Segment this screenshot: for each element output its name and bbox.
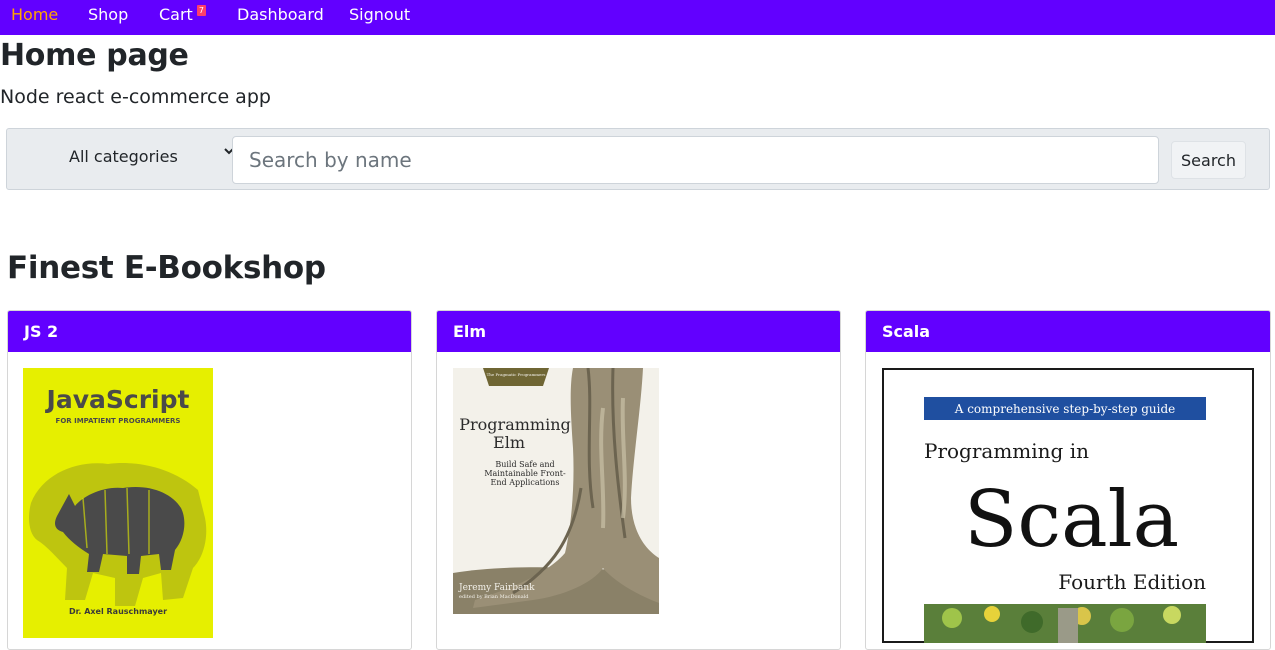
section-title: Finest E-Bookshop bbox=[7, 250, 326, 286]
nav-shop-link[interactable]: Shop bbox=[88, 6, 128, 24]
search-button[interactable]: Search bbox=[1171, 141, 1246, 179]
page-title: Home page bbox=[0, 38, 189, 73]
product-card[interactable]: JS 2 JavaScript FOR IMPATIENT PROGRAMMER… bbox=[7, 310, 412, 650]
book-cover-image[interactable]: A comprehensive step-by-step guide Progr… bbox=[882, 368, 1254, 643]
nav-signout-link[interactable]: Signout bbox=[349, 6, 410, 24]
cover-title: JavaScript bbox=[45, 385, 190, 414]
nav-home-link[interactable]: Home bbox=[11, 6, 58, 24]
search-bar: All categories Search bbox=[6, 128, 1270, 190]
cover-banner: A comprehensive step-by-step guide bbox=[954, 402, 1176, 416]
cover-author: Dr. Axel Rauschmayer bbox=[69, 607, 167, 616]
cover-edition: Fourth Edition bbox=[1058, 570, 1206, 594]
cover-publisher: The Pragmatic Programmers bbox=[487, 372, 546, 377]
page-subtitle: Node react e-commerce app bbox=[0, 86, 271, 108]
nav-cart-link[interactable]: Cart 7 bbox=[159, 5, 206, 24]
category-select[interactable]: All categories bbox=[69, 143, 235, 169]
nav-dashboard-link[interactable]: Dashboard bbox=[237, 6, 324, 24]
cover-subtitle: FOR IMPATIENT PROGRAMMERS bbox=[56, 417, 181, 425]
cover-title-line1: Programming bbox=[459, 415, 570, 434]
product-card-title[interactable]: Scala bbox=[866, 311, 1270, 352]
product-card-title[interactable]: Elm bbox=[437, 311, 840, 352]
cart-count-badge: 7 bbox=[196, 5, 206, 16]
book-cover-image[interactable]: The Pragmatic Programmers Programming El… bbox=[453, 368, 659, 614]
cover-tagline: Build Safe and Maintainable Front-End Ap… bbox=[484, 460, 566, 487]
top-navbar: Home Shop Cart 7 Dashboard Signout bbox=[0, 0, 1275, 35]
cover-editor: edited by Brian MacDonald bbox=[459, 594, 529, 600]
cover-author: Jeremy Fairbank bbox=[458, 583, 535, 593]
product-card[interactable]: Scala A comprehensive step-by-step guide… bbox=[865, 310, 1271, 650]
product-card[interactable]: Elm The Pragmatic Programmers Programmin… bbox=[436, 310, 841, 650]
cover-title-line2: Elm bbox=[493, 433, 525, 452]
book-cover-image[interactable]: JavaScript FOR IMPATIENT PROGRAMMERS Dr.… bbox=[23, 368, 213, 638]
nav-cart-label: Cart bbox=[159, 5, 193, 24]
product-card-title[interactable]: JS 2 bbox=[8, 311, 411, 352]
search-input[interactable] bbox=[232, 136, 1159, 184]
cover-title-line1: Programming in bbox=[924, 439, 1089, 463]
cover-title-line2: Scala bbox=[964, 475, 1179, 565]
category-select-value: All categories bbox=[69, 146, 178, 166]
